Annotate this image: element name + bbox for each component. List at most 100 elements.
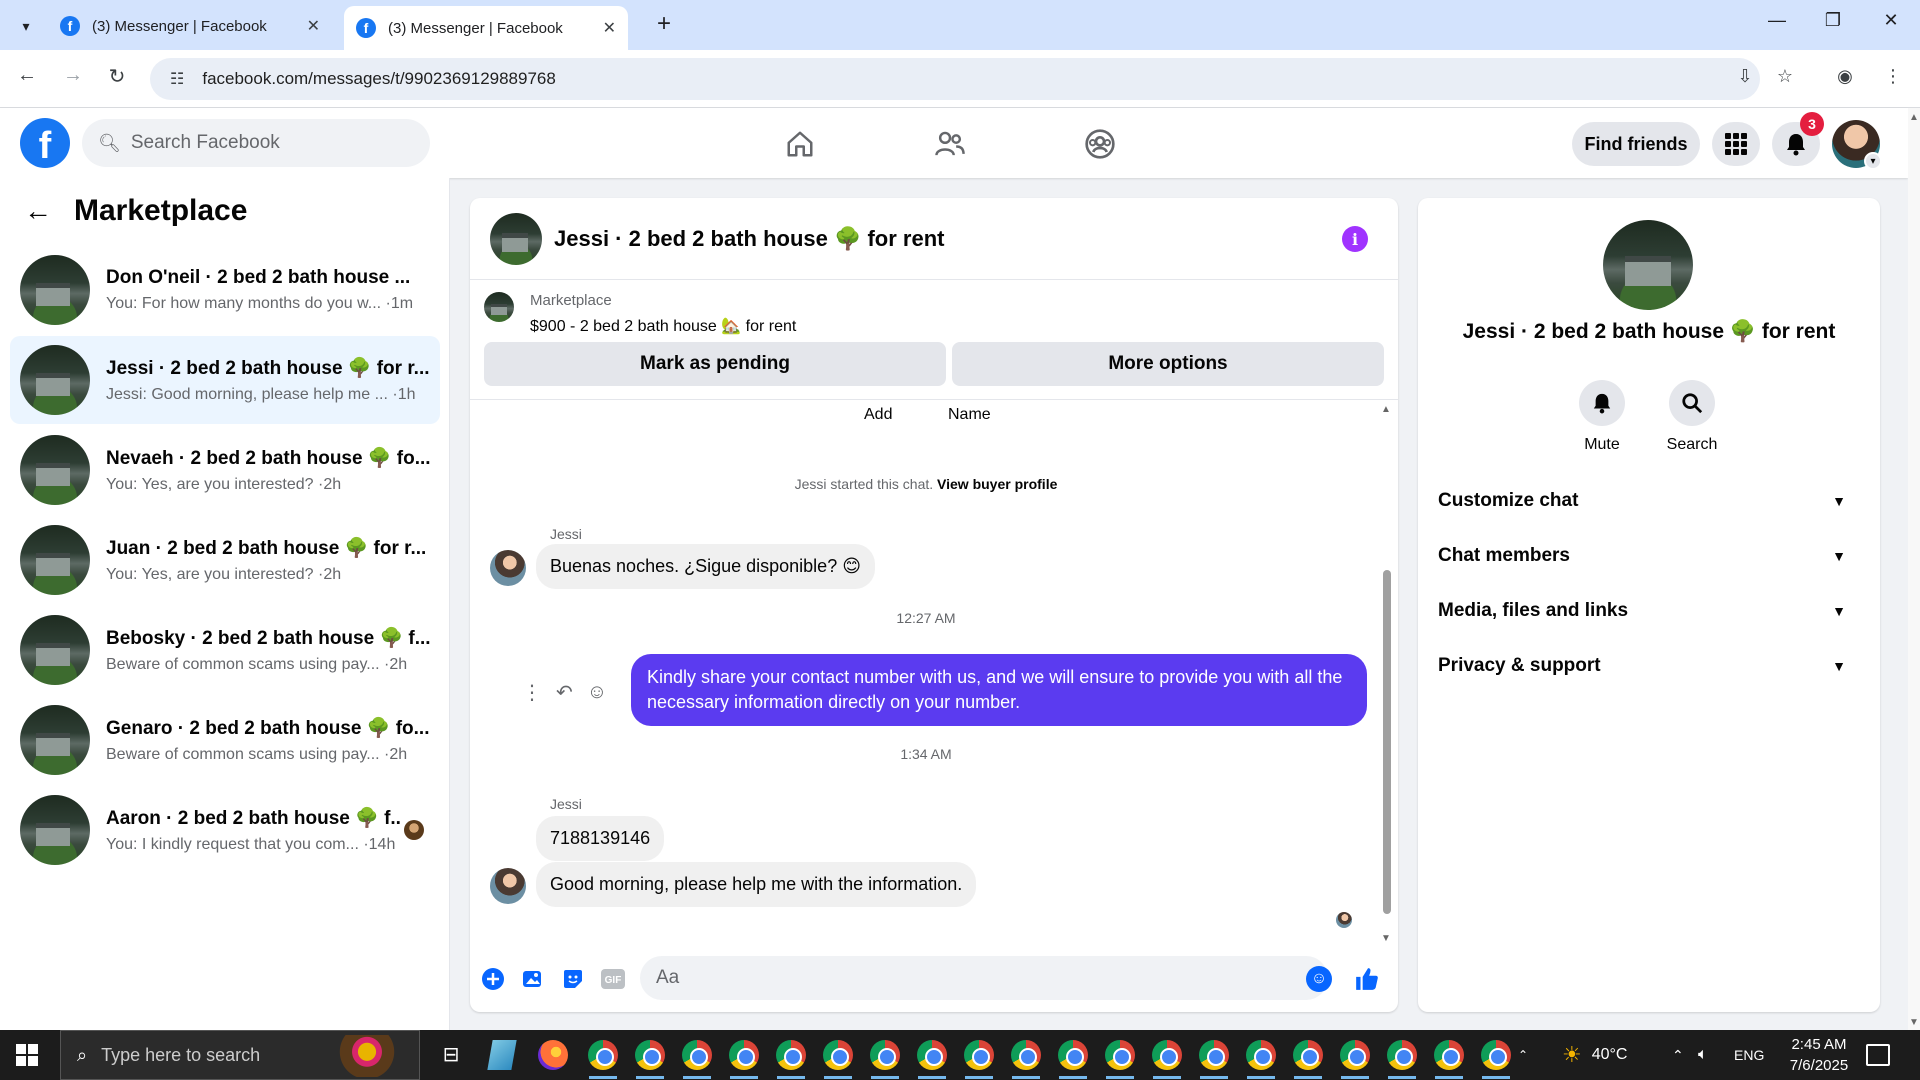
message-input[interactable] <box>640 956 1328 1000</box>
search-action[interactable]: Search <box>1647 380 1737 454</box>
search-icon[interactable] <box>1669 380 1715 426</box>
file-app-icon[interactable] <box>487 1040 517 1070</box>
more-options-button[interactable]: More options <box>952 342 1384 386</box>
conversation-item[interactable]: Bebosky · 2 bed 2 bath house 🌳 f... Bewar… <box>10 606 440 694</box>
omnibox[interactable]: ☷ facebook.com/messages/t/99023691298897… <box>150 58 1760 100</box>
taskbar-search[interactable]: ⌕ Type here to search <box>60 1030 420 1080</box>
chrome-window-icon[interactable] <box>823 1040 853 1070</box>
back-arrow-icon[interactable]: ← <box>24 195 52 227</box>
chrome-window-icon[interactable] <box>635 1040 665 1070</box>
weather-widget[interactable]: ☀ 40°C <box>1562 1030 1627 1080</box>
page-scrollbar[interactable]: ▲ ▼ <box>1908 108 1920 1030</box>
emoji-icon[interactable]: ☺ <box>1306 966 1332 992</box>
language-indicator[interactable]: ENG <box>1734 1030 1764 1080</box>
scroll-down-icon[interactable]: ▼ <box>1381 933 1391 944</box>
chrome-window-icon[interactable] <box>964 1040 994 1070</box>
chrome-window-icon[interactable] <box>1293 1040 1323 1070</box>
install-app-icon[interactable]: ⇩ <box>1732 66 1758 87</box>
conversation-item[interactable]: Don O'neil · 2 bed 2 bath house ... You: … <box>10 246 440 334</box>
back-icon[interactable]: ← <box>12 64 42 87</box>
tab-close-icon[interactable]: ✕ <box>603 18 616 38</box>
conversation-item-active[interactable]: Jessi · 2 bed 2 bath house 🌳 for r... Jes… <box>10 336 440 424</box>
task-view-icon[interactable]: ⊟ <box>436 1040 466 1070</box>
chrome-window-icon[interactable] <box>870 1040 900 1070</box>
incoming-message[interactable]: Good morning, please help me with the in… <box>536 862 977 907</box>
scroll-down-icon[interactable]: ▼ <box>1909 1017 1919 1028</box>
chrome-window-icon[interactable] <box>1011 1040 1041 1070</box>
chrome-window-icon[interactable] <box>1152 1040 1182 1070</box>
incoming-message[interactable]: 7188139146 <box>536 816 665 861</box>
site-info-icon[interactable]: ☷ <box>170 69 184 89</box>
chat-listing-avatar[interactable] <box>490 212 542 265</box>
facebook-search-input[interactable] <box>130 132 411 154</box>
like-thumbs-up-icon[interactable] <box>1354 966 1380 992</box>
chrome-window-icon[interactable] <box>1058 1040 1088 1070</box>
customize-chat-row[interactable]: Customize chat ▼ <box>1438 481 1868 521</box>
conversation-item[interactable]: Nevaeh · 2 bed 2 bath house 🌳 fo... You: … <box>10 426 440 514</box>
scrollbar-thumb[interactable] <box>1383 570 1391 914</box>
browser-tab-1[interactable]: f (3) Messenger | Facebook ✕ <box>48 6 332 46</box>
profile-icon[interactable]: ◉ <box>1832 66 1858 87</box>
chrome-window-icon[interactable] <box>1246 1040 1276 1070</box>
minimize-icon[interactable]: — <box>1762 10 1792 31</box>
privacy-support-row[interactable]: Privacy & support ▼ <box>1438 646 1868 686</box>
chrome-window-icon[interactable] <box>1199 1040 1229 1070</box>
conversation-item[interactable]: Aaron · 2 bed 2 bath house 🌳 f... You: I … <box>10 786 440 874</box>
mute-action[interactable]: Mute <box>1557 380 1647 454</box>
tray-overflow-arrows-icon[interactable]: ⌃ <box>1518 1030 1528 1080</box>
more-options-icon[interactable]: ⋮ <box>522 680 542 705</box>
chrome-window-icon[interactable] <box>1105 1040 1135 1070</box>
conversation-item[interactable]: Juan · 2 bed 2 bath house 🌳 for r... You:… <box>10 516 440 604</box>
mark-as-pending-button[interactable]: Mark as pending <box>484 342 946 386</box>
windows-start-icon[interactable] <box>16 1044 38 1066</box>
account-chevron-icon[interactable]: ▾ <box>1864 152 1882 170</box>
chrome-window-icon[interactable] <box>682 1040 712 1070</box>
chrome-window-icon[interactable] <box>1340 1040 1370 1070</box>
facebook-search[interactable]: 🔍︎ <box>82 119 430 167</box>
firefox-icon[interactable] <box>538 1040 568 1070</box>
tab-search-dropdown-icon[interactable]: ▾ <box>12 12 40 40</box>
info-icon[interactable]: i <box>1342 226 1368 252</box>
groups-icon[interactable] <box>1080 124 1120 164</box>
forward-icon[interactable]: → <box>58 64 88 87</box>
conversation-item[interactable]: Genaro · 2 bed 2 bath house 🌳 fo... Bewar… <box>10 696 440 784</box>
action-center-icon[interactable] <box>1866 1044 1890 1066</box>
outgoing-message[interactable]: Kindly share your contact number with us… <box>631 654 1367 726</box>
chrome-window-icon[interactable] <box>729 1040 759 1070</box>
listing-price[interactable]: $900 - 2 bed 2 bath house 🏡 for rent <box>530 316 796 336</box>
react-emoji-icon[interactable]: ☺ <box>587 681 607 704</box>
volume-icon[interactable]: 🔈︎ <box>1698 1030 1708 1080</box>
listing-avatar-large[interactable] <box>1603 220 1693 310</box>
chat-members-row[interactable]: Chat members ▼ <box>1438 536 1868 576</box>
chat-title[interactable]: Jessi · 2 bed 2 bath house 🌳 for rent <box>554 226 944 252</box>
view-buyer-profile-link[interactable]: View buyer profile <box>937 476 1057 492</box>
name-label[interactable]: Name <box>948 406 991 424</box>
chrome-window-icon[interactable] <box>588 1040 618 1070</box>
new-tab-icon[interactable]: + <box>650 10 678 38</box>
listing-small-thumbnail[interactable] <box>484 292 514 322</box>
show-hidden-icons-icon[interactable]: ⌃ <box>1672 1030 1684 1080</box>
bookmark-star-icon[interactable]: ☆ <box>1772 66 1798 87</box>
more-actions-plus-icon[interactable] <box>480 966 506 992</box>
chrome-window-icon[interactable] <box>1387 1040 1417 1070</box>
reply-icon[interactable]: ↶ <box>556 680 573 705</box>
find-friends-button[interactable]: Find friends <box>1572 122 1700 166</box>
chrome-window-icon[interactable] <box>1481 1040 1511 1070</box>
media-files-links-row[interactable]: Media, files and links ▼ <box>1438 591 1868 631</box>
restore-icon[interactable]: ❐ <box>1818 10 1848 31</box>
chat-scrollbar[interactable]: ▲ ▼ <box>1380 400 1394 944</box>
gif-icon[interactable]: GIF <box>600 966 626 992</box>
friends-icon[interactable] <box>930 124 970 164</box>
attach-photo-icon[interactable] <box>520 966 546 992</box>
close-window-icon[interactable]: ✕ <box>1876 10 1906 31</box>
chrome-window-icon[interactable] <box>1434 1040 1464 1070</box>
reload-icon[interactable]: ↻ <box>102 64 132 89</box>
mute-bell-icon[interactable] <box>1579 380 1625 426</box>
add-label[interactable]: Add <box>864 406 892 424</box>
browser-menu-icon[interactable]: ⋮ <box>1880 66 1906 87</box>
sender-avatar[interactable] <box>490 868 526 904</box>
tab-close-icon[interactable]: ✕ <box>307 16 320 36</box>
incoming-message[interactable]: Buenas noches. ¿Sigue disponible? 😊 <box>536 544 875 589</box>
home-icon[interactable] <box>780 124 820 164</box>
chrome-window-icon[interactable] <box>776 1040 806 1070</box>
